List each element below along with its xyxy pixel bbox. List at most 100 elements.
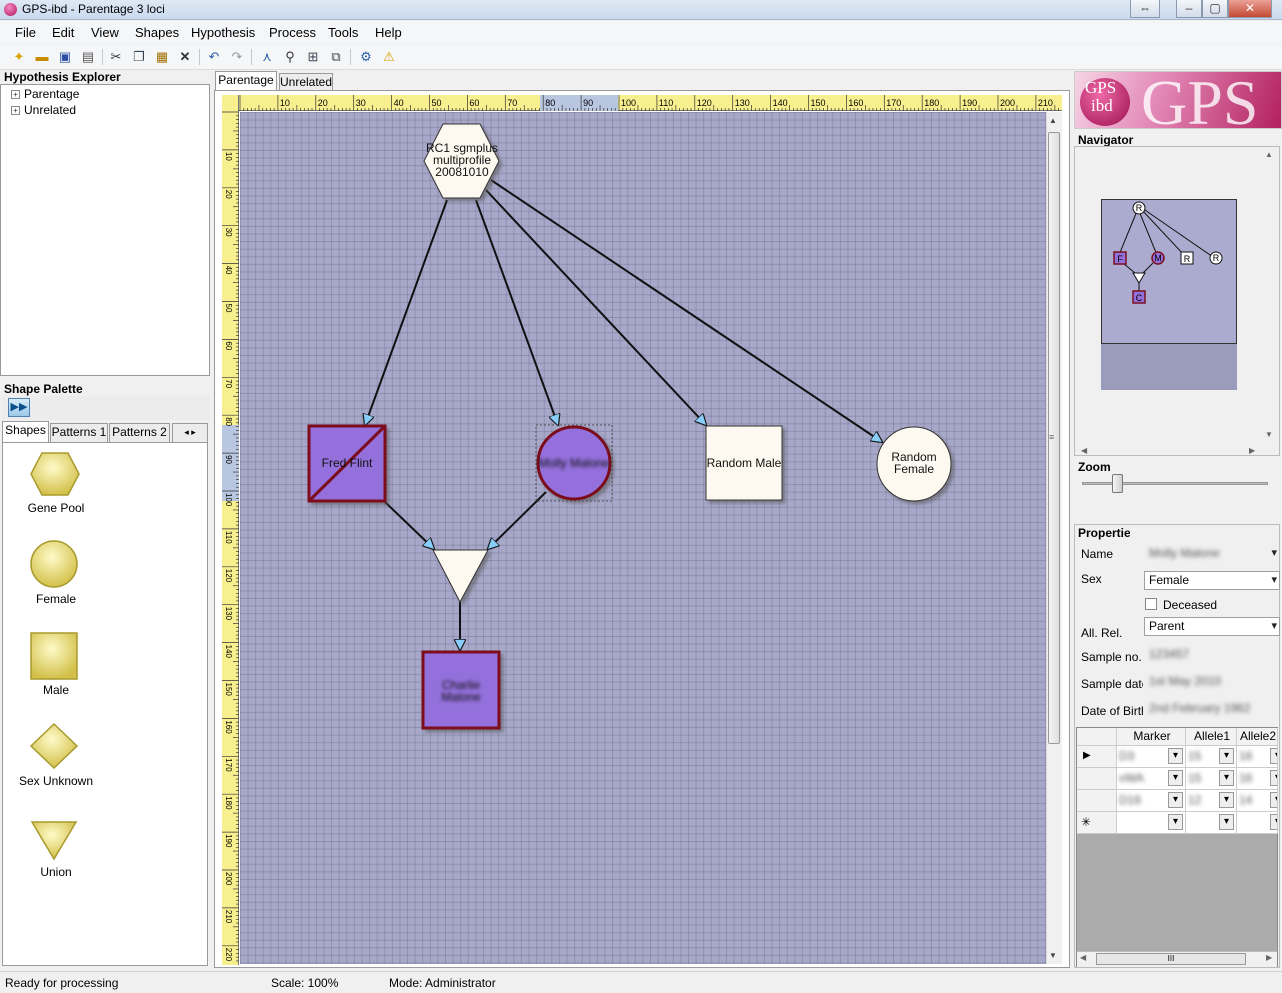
menu-hypothesis[interactable]: Hypothesis: [191, 25, 255, 40]
grid-cell-allele2[interactable]: 14 ▾: [1237, 790, 1278, 812]
minimize-button[interactable]: –: [1176, 0, 1202, 18]
menu-view[interactable]: View: [91, 25, 119, 40]
dropdown-arrow-icon[interactable]: ▾: [1270, 770, 1277, 786]
edge-genepool-father[interactable]: [365, 199, 448, 425]
tab-patterns-2[interactable]: Patterns 2: [109, 423, 170, 442]
nav-scroll-up-icon[interactable]: ▲: [1265, 150, 1273, 159]
nav-scroll-down-icon[interactable]: ▼: [1265, 430, 1273, 439]
zoom-slider-track[interactable]: [1082, 482, 1268, 485]
dob-field[interactable]: 2nd February 1962: [1144, 699, 1280, 718]
dropdown-arrow-icon[interactable]: ▾: [1219, 792, 1234, 808]
menu-process[interactable]: Process: [269, 25, 316, 40]
undo-icon[interactable]: ↶: [205, 48, 223, 66]
pointer-icon[interactable]: ⋏: [258, 48, 276, 66]
grid-new-allele2[interactable]: ▾: [1237, 812, 1278, 834]
edge-genepool-mother[interactable]: [475, 199, 558, 425]
name-field[interactable]: Molly Malone: [1144, 544, 1280, 563]
save-icon[interactable]: ▣: [56, 48, 74, 66]
grid-cell-value: 15: [1188, 771, 1202, 785]
dropdown-arrow-icon[interactable]: ▾: [1219, 748, 1234, 764]
tab-parentage[interactable]: Parentage: [215, 71, 277, 92]
female-shape-icon[interactable]: [29, 539, 81, 591]
menu-edit[interactable]: Edit: [52, 25, 74, 40]
gene-pool-shape-icon[interactable]: [27, 451, 83, 503]
grid-cell-allele2[interactable]: 16 ▾: [1237, 768, 1278, 790]
restore-icon[interactable]: ⇔: [1130, 0, 1160, 18]
dropdown-arrow-icon[interactable]: ▾: [1270, 748, 1277, 764]
nav-scroll-left-icon[interactable]: ◀: [1081, 446, 1087, 455]
copy-icon[interactable]: ❐: [130, 48, 148, 66]
grid-cell-allele2[interactable]: 16 ▾: [1237, 746, 1278, 768]
redo-icon[interactable]: ↷: [228, 48, 246, 66]
dropdown-arrow-icon[interactable]: ▾: [1219, 814, 1234, 830]
grid-cell-marker[interactable]: vWA ▾: [1117, 768, 1186, 790]
tree-item-parentage[interactable]: + Parentage: [11, 87, 79, 101]
expand-icon[interactable]: +: [11, 106, 20, 115]
menu-file[interactable]: File: [15, 25, 36, 40]
dropdown-arrow-icon[interactable]: ▾: [1168, 792, 1183, 808]
union-shape-icon[interactable]: [29, 819, 81, 865]
paste-icon[interactable]: ▦: [153, 48, 171, 66]
grid-cell-marker[interactable]: D16 ▾: [1117, 790, 1186, 812]
tab-patterns-1[interactable]: Patterns 1: [50, 423, 108, 442]
sample-no-field[interactable]: 123457: [1144, 645, 1280, 664]
dropdown-arrow-icon[interactable]: ▾: [1270, 814, 1277, 830]
grid-row-header[interactable]: [1077, 768, 1117, 790]
dropdown-arrow-icon[interactable]: ▾: [1270, 792, 1277, 808]
male-shape-icon[interactable]: [29, 631, 81, 683]
maximize-button[interactable]: ▢: [1202, 0, 1228, 18]
grid-row-header[interactable]: [1077, 790, 1117, 812]
close-button[interactable]: ✕: [1228, 0, 1272, 18]
open-icon[interactable]: ▬: [33, 48, 51, 66]
zoom-icon[interactable]: ⚲: [281, 48, 299, 66]
grid-header-allele1[interactable]: Allele1: [1186, 728, 1237, 746]
fast-forward-icon[interactable]: ▶▶: [8, 398, 30, 417]
grid-cell-marker[interactable]: D3 ▾: [1117, 746, 1186, 768]
dropdown-arrow-icon[interactable]: ▾: [1168, 770, 1183, 786]
grid-scroll-left-icon[interactable]: ◀: [1080, 953, 1086, 962]
grid-cell-allele1[interactable]: 15 ▾: [1186, 768, 1237, 790]
grid-row-header[interactable]: ▶: [1077, 746, 1117, 768]
delete-icon[interactable]: ✕: [176, 48, 194, 66]
dropdown-arrow-icon[interactable]: ▾: [1168, 748, 1183, 764]
tree-item-unrelated[interactable]: + Unrelated: [11, 103, 76, 117]
cut-icon[interactable]: ✂: [107, 48, 125, 66]
dropdown-arrow-icon[interactable]: ▾: [1168, 814, 1183, 830]
grid-scroll-thumb[interactable]: III: [1096, 953, 1246, 965]
settings-icon[interactable]: ⚙: [357, 48, 375, 66]
edge-father-union[interactable]: [384, 501, 434, 549]
ruler-tick-label: 30: [224, 228, 233, 237]
zoom-slider-thumb[interactable]: [1112, 474, 1123, 493]
sample-date-field[interactable]: 1st May 2010: [1144, 672, 1280, 691]
deceased-checkbox[interactable]: [1145, 598, 1157, 610]
edge-genepool-random-male[interactable]: [485, 189, 706, 425]
scroll-down-icon[interactable]: ▼: [1049, 951, 1057, 960]
menu-shapes[interactable]: Shapes: [135, 25, 179, 40]
print-icon[interactable]: ▤: [79, 48, 97, 66]
nav-scroll-right-icon[interactable]: ▶: [1249, 446, 1255, 455]
new-icon[interactable]: ✦: [10, 48, 28, 66]
zoom-fit-icon[interactable]: ⊞: [304, 48, 322, 66]
dropdown-arrow-icon[interactable]: ▾: [1219, 770, 1234, 786]
grid-cell-allele1[interactable]: 12 ▾: [1186, 790, 1237, 812]
union-node[interactable]: [432, 549, 489, 604]
sex-select[interactable]: Female: [1144, 571, 1280, 590]
grid-scroll-right-icon[interactable]: ▶: [1266, 953, 1272, 962]
expand-icon[interactable]: +: [11, 90, 20, 99]
grid-header-marker[interactable]: Marker: [1117, 728, 1186, 746]
grid-header-allele2[interactable]: Allele2: [1237, 728, 1278, 746]
sex-unknown-shape-icon[interactable]: [29, 722, 81, 774]
menu-tools[interactable]: Tools: [328, 25, 358, 40]
grid-new-allele1[interactable]: ▾: [1186, 812, 1237, 834]
edge-mother-union[interactable]: [488, 491, 547, 549]
grid-cell-allele1[interactable]: 15 ▾: [1186, 746, 1237, 768]
menu-help[interactable]: Help: [375, 25, 402, 40]
allrel-select[interactable]: Parent: [1144, 617, 1280, 636]
warning-icon[interactable]: ⚠: [380, 48, 398, 66]
scroll-up-icon[interactable]: ▲: [1049, 116, 1057, 125]
hypothesis-tree: + Parentage + Unrelated: [0, 84, 210, 376]
tab-shapes[interactable]: Shapes: [2, 421, 49, 442]
grid-new-marker[interactable]: ▾: [1117, 812, 1186, 834]
arrange-icon[interactable]: ⧉: [327, 48, 345, 66]
tab-scroll-icon[interactable]: ◂ ▸: [172, 423, 208, 442]
